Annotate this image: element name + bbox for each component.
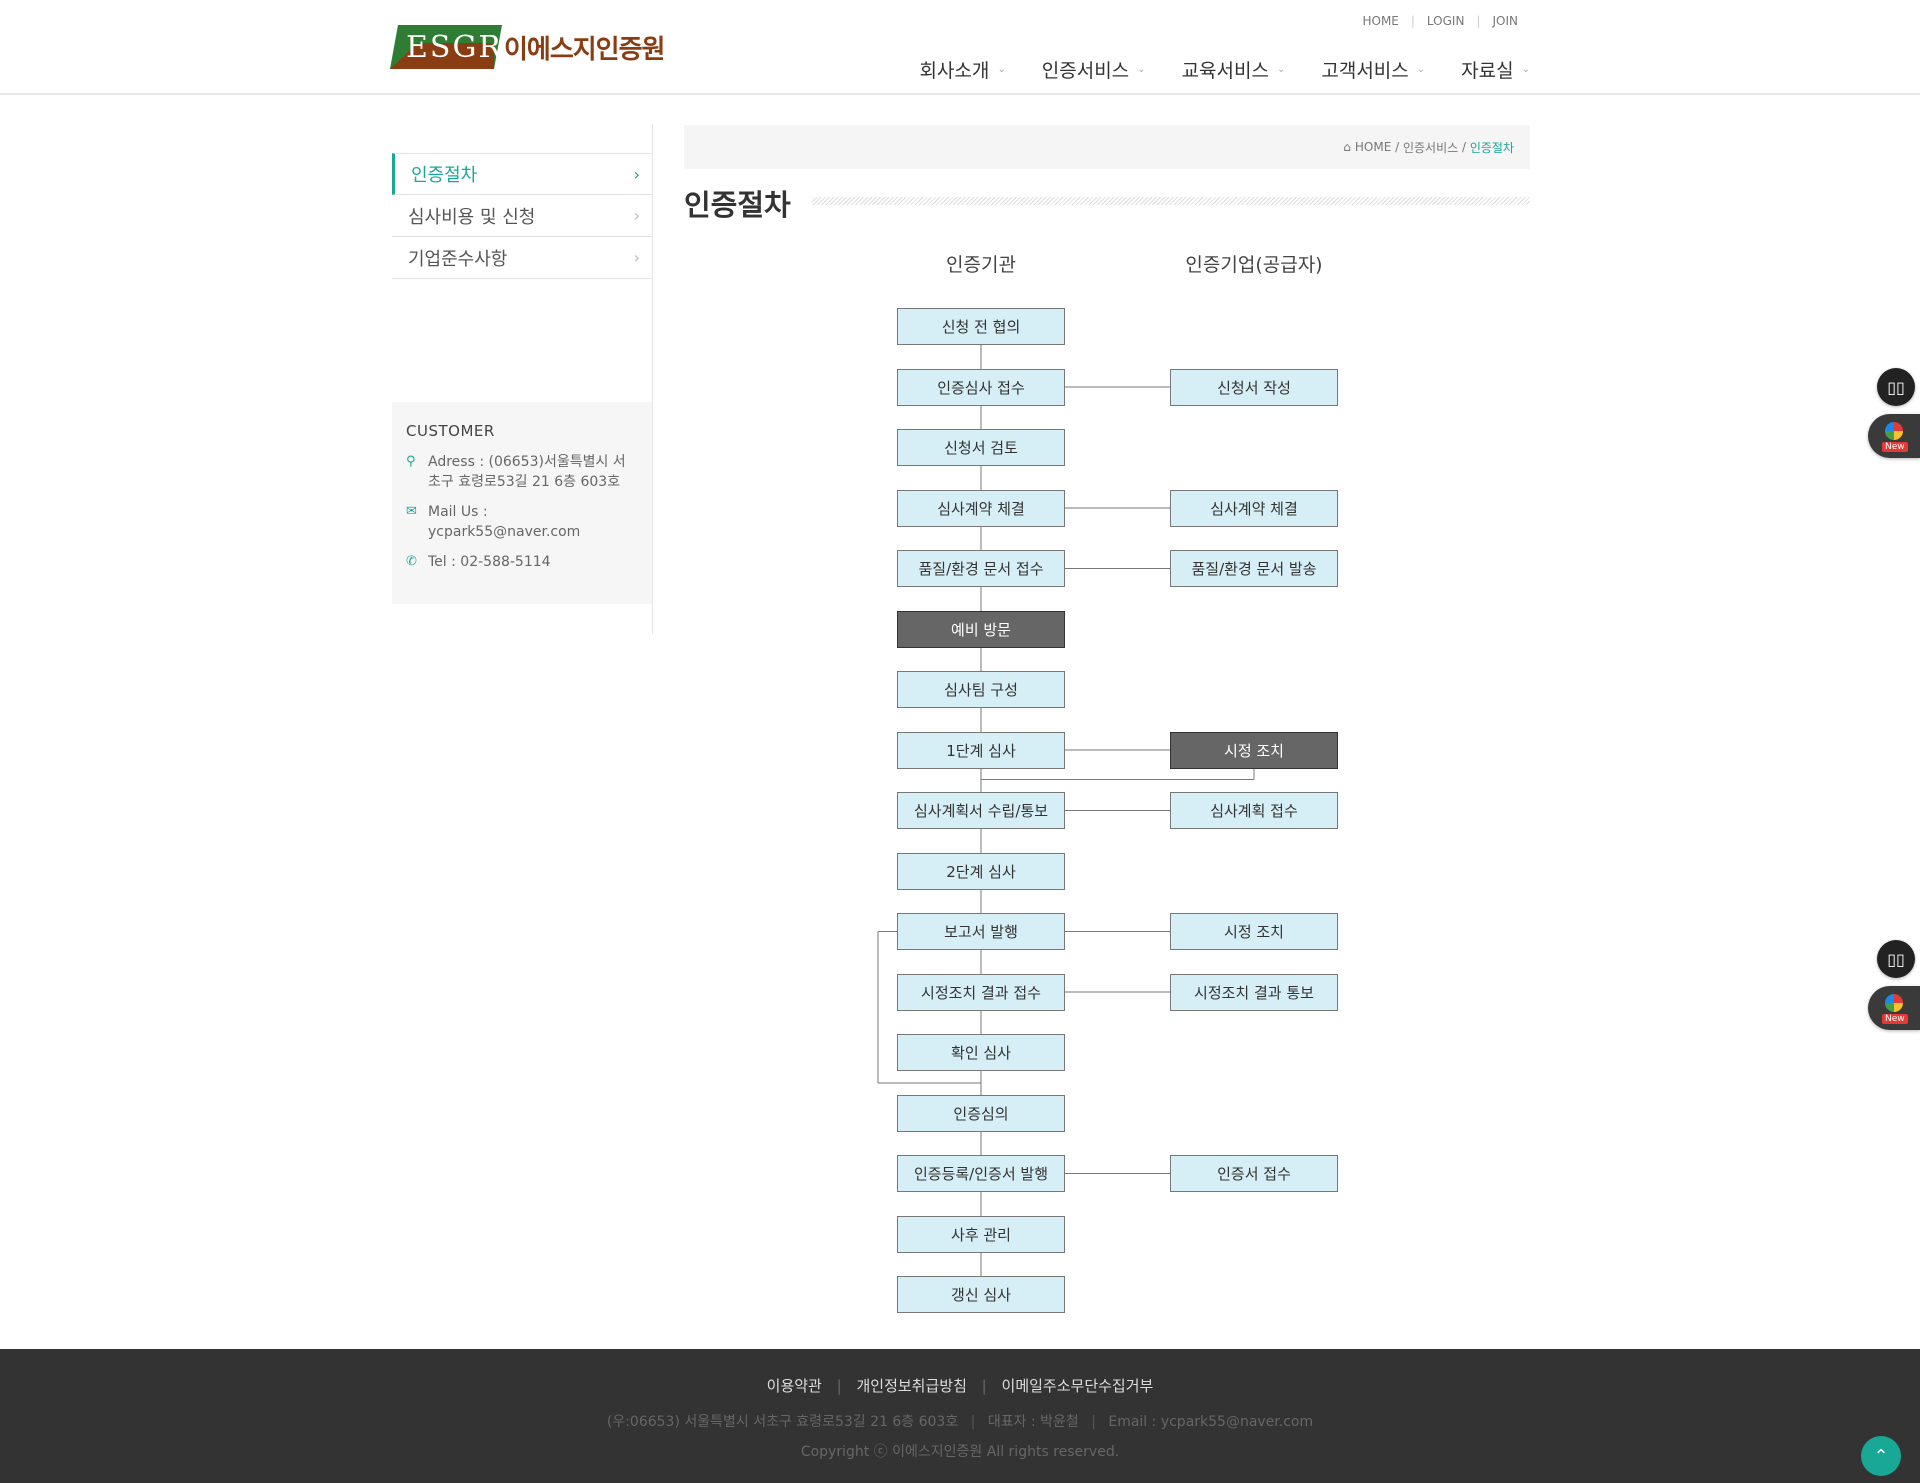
flow-step-company: 시정 조치	[1170, 731, 1338, 769]
flow-step-agency: 인증심의	[897, 1094, 1065, 1132]
flow-step-company: 신청서 작성	[1170, 368, 1338, 406]
flow-step-agency: 품질/환경 문서 접수	[897, 550, 1065, 587]
chevron-up-icon: ⌃	[1873, 1445, 1889, 1467]
page: ESGR 이에스지인증원 HOME | LOGIN | JOIN 회사소개 ⌄ 인…	[0, 0, 1920, 1483]
footer-separator: |	[836, 1377, 842, 1395]
flow-step-company: 시정 조치	[1170, 913, 1338, 950]
new-widget-button[interactable]: New	[1868, 986, 1920, 1030]
site-footer: 이용약관 | 개인정보취급방침 | 이메일주소무단수집거부 (우:06653) …	[0, 1349, 1920, 1483]
footer-link-privacy[interactable]: 개인정보취급방침	[856, 1377, 966, 1395]
footer-separator: |	[1091, 1414, 1096, 1430]
flow-step-agency: 신청서 검토	[897, 429, 1065, 466]
footer-separator: |	[970, 1414, 976, 1430]
flow-step-company: 인증서 접수	[1170, 1155, 1338, 1192]
flow-step-agency: 인증등록/인증서 발행	[897, 1155, 1065, 1192]
book-icon[interactable]: ▯▯	[1877, 940, 1915, 978]
new-badge: New	[1882, 442, 1908, 452]
flow-step-company: 심사계획 접수	[1170, 792, 1338, 829]
footer-address: (우:06653) 서울특별시 서초구 효령로53길 21 6층 603호 | …	[0, 1411, 1920, 1431]
footer-ceo: 대표자 : 박윤철	[987, 1414, 1079, 1430]
widget-logo-icon	[1885, 422, 1903, 440]
flow-step-agency: 예비 방문	[897, 610, 1065, 648]
footer-email: Email : ycpark55@naver.com	[1108, 1414, 1314, 1430]
flow-step-agency: 시정조치 결과 접수	[897, 973, 1065, 1011]
footer-address-text: (우:06653) 서울특별시 서초구 효령로53길 21 6층 603호	[606, 1414, 959, 1430]
flow-step-agency: 확인 심사	[897, 1034, 1065, 1071]
flow-step-agency: 심사팀 구성	[897, 671, 1065, 708]
flow-step-agency: 2단계 심사	[897, 852, 1065, 890]
flow-step-agency: 사후 관리	[897, 1215, 1065, 1253]
widget-logo-icon	[1885, 994, 1903, 1012]
flow-step-agency: 보고서 발행	[897, 913, 1065, 950]
flow-step-company: 심사계약 체결	[1170, 489, 1338, 527]
flow-step-agency: 신청 전 협의	[897, 308, 1065, 345]
flow-step-agency: 1단계 심사	[897, 731, 1065, 769]
new-badge: New	[1882, 1014, 1908, 1024]
footer-link-email-policy[interactable]: 이메일주소무단수집거부	[1002, 1377, 1154, 1395]
flow-step-agency: 심사계획서 수립/통보	[897, 792, 1065, 829]
flow-step-company: 품질/환경 문서 발송	[1170, 550, 1338, 587]
book-icon[interactable]: ▯▯	[1877, 368, 1915, 406]
flow-step-agency: 갱신 심사	[897, 1276, 1065, 1313]
footer-link-terms[interactable]: 이용약관	[767, 1377, 822, 1395]
footer-copyright: Copyright ⓒ 이에스지인증원 All rights reserved.	[800, 1444, 1120, 1460]
flow-step-company: 시정조치 결과 통보	[1170, 973, 1338, 1011]
footer-links: 이용약관 | 개인정보취급방침 | 이메일주소무단수집거부	[0, 1375, 1920, 1396]
flow-step-agency: 심사계약 체결	[897, 489, 1065, 527]
scroll-top-button[interactable]: ⌃	[1861, 1436, 1901, 1476]
footer-separator: |	[981, 1377, 987, 1395]
new-widget-button[interactable]: New	[1868, 414, 1920, 458]
flow-step-agency: 인증심사 접수	[897, 368, 1065, 406]
